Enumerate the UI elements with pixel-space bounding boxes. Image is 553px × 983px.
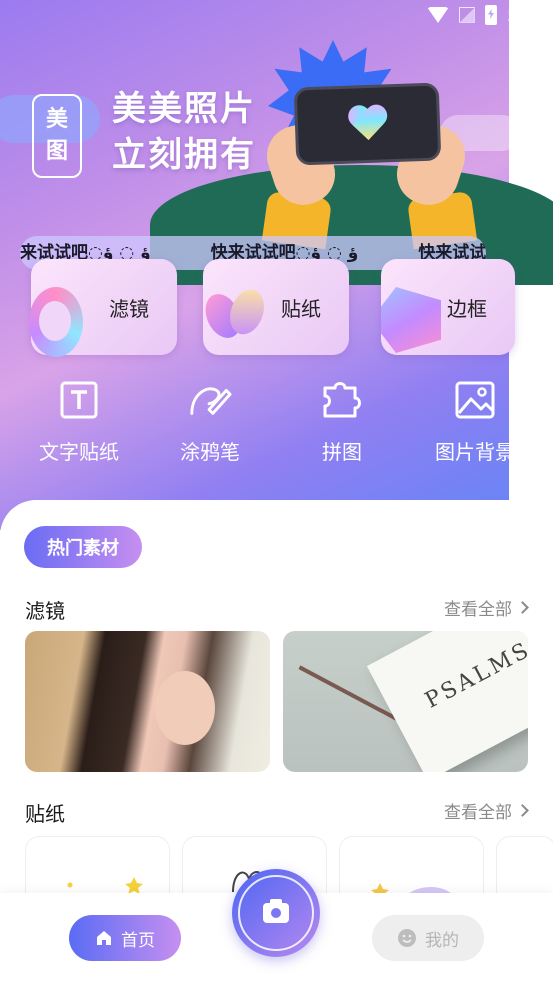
see-all-label: 查看全部: [444, 803, 512, 823]
feature-card-frame[interactable]: 边框: [381, 259, 515, 355]
heart-icon: [347, 103, 388, 144]
tool-image-background[interactable]: 图片背景: [415, 378, 535, 465]
tool-text-sticker[interactable]: 文字贴纸: [19, 378, 139, 465]
puzzle-icon: [320, 378, 364, 422]
tool-label: 涂鸦笔: [180, 440, 240, 464]
nav-mine-label: 我的: [425, 930, 459, 951]
home-icon: [97, 931, 111, 945]
hot-materials-badge[interactable]: 热门素材: [24, 526, 142, 568]
phone-illustration: [293, 82, 442, 166]
sticker-section-title: 贴纸: [25, 802, 65, 826]
status-bar: 5:50: [427, 0, 543, 30]
chevron-right-icon: [516, 601, 529, 614]
headline-line-1: 美美照片: [112, 89, 256, 129]
sticker-see-all-link[interactable]: 查看全部: [444, 798, 529, 823]
hero-headline: 美美照片 立刻拥有: [112, 86, 256, 178]
nav-home-button[interactable]: 首页: [69, 915, 181, 961]
chevron-right-icon: [516, 804, 529, 817]
tool-puzzle[interactable]: 拼图: [282, 378, 402, 465]
camera-button[interactable]: [232, 869, 320, 957]
feature-card-sticker[interactable]: 贴纸: [198, 259, 349, 355]
logo-char-1: 美: [45, 107, 68, 132]
doodle-pen-icon: [188, 378, 232, 422]
bottom-nav: 首页 我的: [0, 869, 553, 983]
image-icon: [453, 378, 497, 422]
text-box-icon: [57, 378, 101, 422]
headline-line-2: 立刻拥有: [112, 135, 256, 175]
tool-row: 文字贴纸 涂鸦笔 拼图 图片背景: [0, 378, 553, 468]
book-decoration: PSALMS: [366, 631, 528, 772]
no-sim-icon: [459, 7, 476, 23]
smiley-icon: [398, 929, 416, 947]
status-time: 5:50: [507, 5, 543, 25]
filter-photo-woman[interactable]: [25, 631, 270, 772]
wifi-icon: [427, 7, 450, 23]
nav-home-label: 首页: [121, 930, 155, 951]
butterfly-icon: [198, 284, 270, 353]
feature-label: 边框: [447, 297, 487, 321]
megaphone-icon: [381, 287, 441, 353]
filter-see-all-link[interactable]: 查看全部: [444, 595, 529, 620]
hero-banner[interactable]: 5:50 美 图 美美照片 立刻拥有 来试试吧◌ؤ ◌ ؤ 快来试试吧◌ؤ ◌ ؤ…: [0, 0, 553, 530]
feature-cards: 滤镜 贴纸 边框: [0, 259, 553, 359]
feature-label: 滤镜: [109, 297, 149, 321]
feature-label: 贴纸: [281, 297, 321, 321]
nav-mine-button[interactable]: 我的: [372, 915, 484, 961]
app-logo: 美 图: [32, 94, 82, 178]
battery-charging-icon: [485, 5, 498, 25]
book-title: PSALMS: [421, 637, 528, 714]
filter-section-title: 滤镜: [25, 599, 65, 623]
tool-label: 图片背景: [435, 440, 515, 464]
see-all-label: 查看全部: [444, 600, 512, 620]
camera-icon: [263, 899, 289, 923]
tool-label: 拼图: [322, 440, 362, 464]
filter-sticker-art-icon: [29, 287, 83, 357]
feature-card-filter[interactable]: 滤镜: [29, 259, 177, 357]
filter-photo-book[interactable]: PSALMS: [283, 631, 528, 772]
tool-doodle-pen[interactable]: 涂鸦笔: [150, 378, 270, 465]
tool-label: 文字贴纸: [39, 440, 119, 464]
logo-char-2: 图: [45, 139, 68, 164]
